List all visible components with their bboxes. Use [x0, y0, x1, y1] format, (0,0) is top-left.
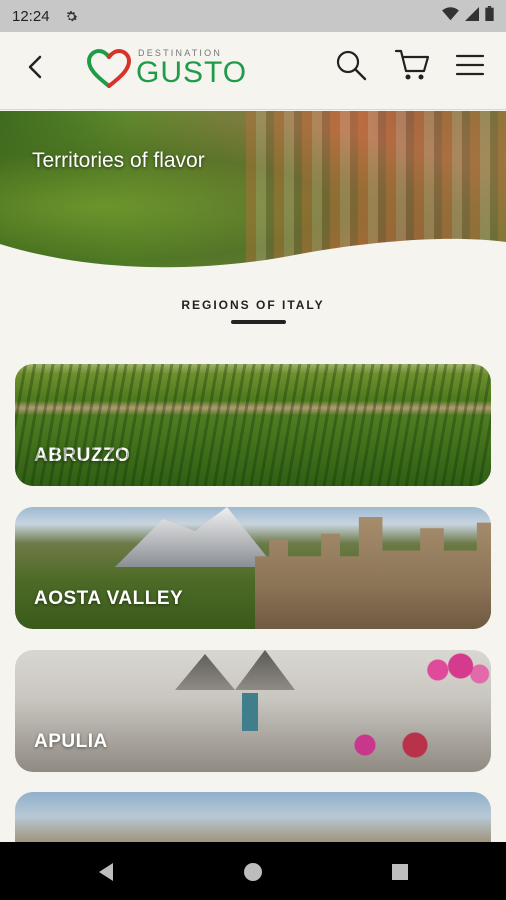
app-header: DESTINATION GUSTO [0, 32, 506, 110]
trulli-roof-image [175, 650, 295, 690]
section-heading: REGIONS OF ITALY [181, 298, 325, 312]
nav-home-button[interactable] [241, 860, 265, 884]
heart-logo-icon [86, 48, 132, 88]
hero-wave-divider [0, 238, 506, 271]
battery-icon [485, 6, 494, 26]
nav-recents-button[interactable] [388, 860, 412, 884]
home-circle-icon [244, 863, 262, 881]
region-card-abruzzo[interactable]: ABRUZZO [15, 364, 491, 486]
destination-gusto-logo[interactable]: DESTINATION GUSTO [86, 46, 246, 98]
settings-gear-icon [64, 9, 79, 24]
nav-back-button[interactable] [94, 860, 118, 884]
logo-big-text: GUSTO [136, 56, 248, 89]
region-card-label: ABRUZZO [34, 445, 131, 466]
region-card-apulia[interactable]: APULIA [15, 650, 491, 772]
system-nav-bar [0, 842, 506, 900]
chevron-left-icon [28, 55, 42, 79]
cart-icon [394, 49, 430, 80]
section-underline [231, 320, 286, 324]
status-bar: 12:24 [0, 0, 506, 32]
back-triangle-icon [99, 863, 113, 881]
hero-banner: Territories of flavor [0, 111, 506, 271]
cart-button[interactable] [394, 48, 430, 82]
mountain-image [115, 507, 275, 567]
status-time: 12:24 [12, 7, 50, 25]
hero-title: Territories of flavor [32, 149, 205, 172]
search-icon [336, 50, 367, 81]
region-card-aosta-valley[interactable]: AOSTA VALLEY [15, 507, 491, 629]
cellular-signal-icon [465, 6, 479, 26]
region-card-label: AOSTA VALLEY [34, 588, 184, 609]
flowers-image [345, 730, 445, 760]
screen: 12:24 DESTINATION GUSTO Territories of f… [0, 0, 506, 900]
status-icons [442, 6, 494, 26]
menu-icon [455, 54, 485, 76]
back-button[interactable] [20, 52, 50, 82]
door-image [242, 693, 258, 731]
region-card-label: APULIA [34, 731, 108, 752]
search-button[interactable] [334, 48, 368, 82]
castle-image [255, 517, 491, 629]
recents-square-icon [392, 864, 408, 880]
menu-button[interactable] [455, 48, 489, 82]
wifi-icon [442, 6, 459, 26]
flowers-image [415, 650, 491, 690]
